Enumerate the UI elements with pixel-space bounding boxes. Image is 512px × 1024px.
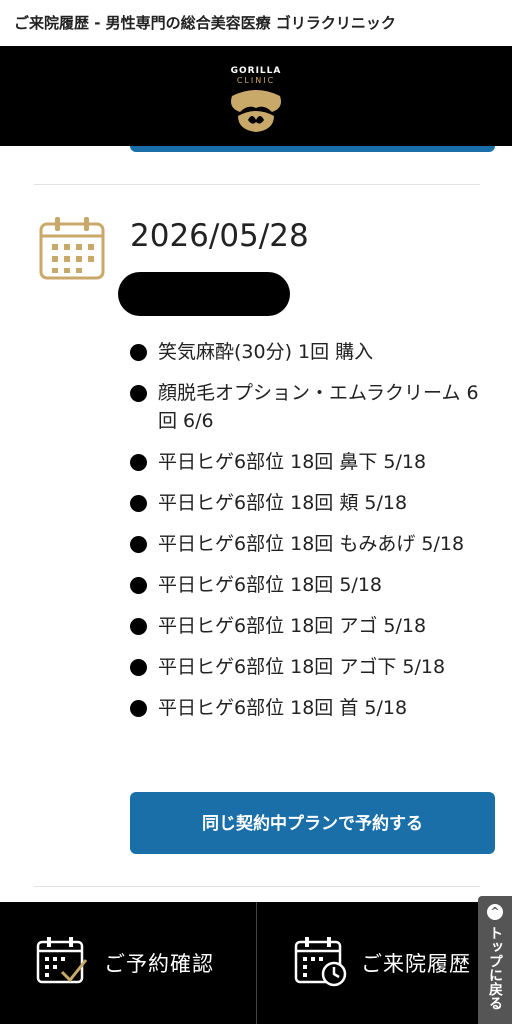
list-item: 平日ヒゲ6部位 18回 アゴ 5/18 bbox=[130, 612, 490, 640]
list-item: 平日ヒゲ6部位 18回 もみあげ 5/18 bbox=[130, 530, 490, 558]
calendar-icon bbox=[39, 217, 105, 280]
clinic-logo[interactable]: GORILLA CLINIC bbox=[206, 66, 306, 136]
bullet-icon bbox=[130, 618, 147, 635]
plan-label: 顔脱毛オプション・エムラクリーム 6回 6/6 bbox=[158, 382, 479, 432]
nav-visit-history-label: ご来院履歴 bbox=[361, 952, 471, 976]
logo-text-gorilla: GORILLA bbox=[230, 66, 282, 76]
list-item: 平日ヒゲ6部位 18回 頬 5/18 bbox=[130, 489, 490, 517]
list-item: 顔脱毛オプション・エムラクリーム 6回 6/6 bbox=[130, 379, 490, 435]
plan-list: 笑気麻酔(30分) 1回 購入 顔脱毛オプション・エムラクリーム 6回 6/6 … bbox=[130, 338, 490, 735]
previous-reserve-button-edge[interactable] bbox=[130, 146, 495, 152]
plan-label: 平日ヒゲ6部位 18回 アゴ 5/18 bbox=[158, 615, 427, 637]
calendar-clock-icon bbox=[294, 937, 347, 987]
bullet-icon bbox=[130, 700, 147, 717]
plan-label: 平日ヒゲ6部位 18回 5/18 bbox=[158, 574, 383, 596]
bullet-icon bbox=[130, 659, 147, 676]
bullet-icon bbox=[130, 495, 147, 512]
redacted-clinic-name bbox=[118, 272, 290, 316]
list-item: 平日ヒゲ6部位 18回 首 5/18 bbox=[130, 694, 490, 722]
bullet-icon bbox=[130, 385, 147, 402]
bullet-icon bbox=[130, 577, 147, 594]
back-to-top-label: トップに戻る bbox=[487, 926, 503, 1010]
nav-reservation-confirm[interactable]: ご予約確認 bbox=[0, 902, 256, 1024]
gorilla-logo-icon bbox=[231, 90, 281, 132]
plan-label: 笑気麻酔(30分) 1回 購入 bbox=[158, 341, 374, 363]
list-item: 笑気麻酔(30分) 1回 購入 bbox=[130, 338, 490, 366]
chevron-up-icon: ^ bbox=[487, 904, 503, 920]
bullet-icon bbox=[130, 344, 147, 361]
bullet-icon bbox=[130, 536, 147, 553]
plan-label: 平日ヒゲ6部位 18回 首 5/18 bbox=[158, 697, 408, 719]
page-title: ご来院履歴 - 男性専門の総合美容医療 ゴリラクリニック bbox=[0, 0, 512, 46]
nav-visit-history[interactable]: ご来院履歴 bbox=[257, 902, 478, 1024]
visit-date: 2026/05/28 bbox=[130, 218, 309, 254]
list-item: 平日ヒゲ6部位 18回 アゴ下 5/18 bbox=[130, 653, 490, 681]
reserve-same-plan-button[interactable]: 同じ契約中プランで予約する bbox=[130, 792, 495, 854]
plan-label: 平日ヒゲ6部位 18回 鼻下 5/18 bbox=[158, 451, 427, 473]
plan-label: 平日ヒゲ6部位 18回 頬 5/18 bbox=[158, 492, 408, 514]
back-to-top-button[interactable]: ^ トップに戻る bbox=[478, 896, 512, 1024]
logo-text-clinic: CLINIC bbox=[236, 76, 276, 85]
list-item: 平日ヒゲ6部位 18回 鼻下 5/18 bbox=[130, 448, 490, 476]
plan-label: 平日ヒゲ6部位 18回 もみあげ 5/18 bbox=[158, 533, 465, 555]
calendar-check-icon bbox=[36, 937, 88, 984]
bullet-icon bbox=[130, 454, 147, 471]
nav-reservation-confirm-label: ご予約確認 bbox=[104, 952, 214, 976]
bottom-nav: ご予約確認 ご来院履歴 bbox=[0, 902, 512, 1024]
plan-label: 平日ヒゲ6部位 18回 アゴ下 5/18 bbox=[158, 656, 446, 678]
divider bbox=[34, 184, 480, 185]
divider bbox=[34, 886, 480, 887]
list-item: 平日ヒゲ6部位 18回 5/18 bbox=[130, 571, 490, 599]
